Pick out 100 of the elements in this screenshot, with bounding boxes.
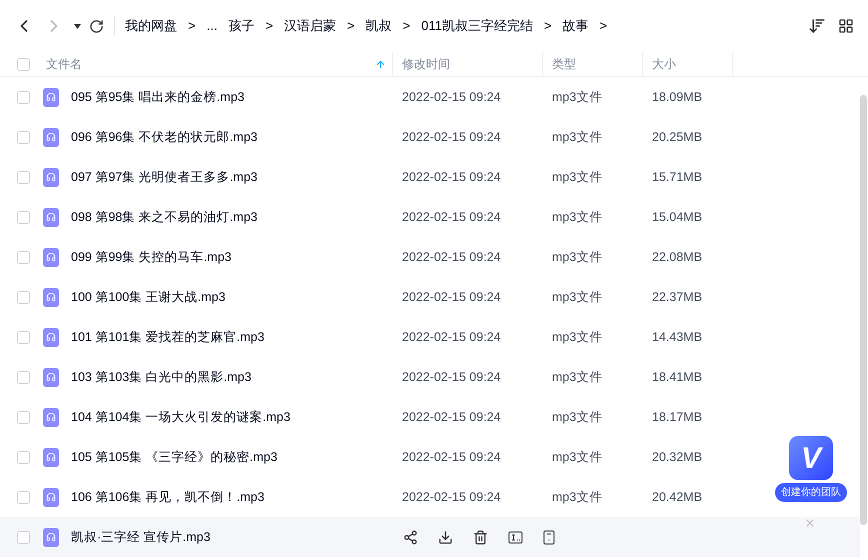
audio-file-icon [43,368,59,386]
file-type: mp3文件 [551,408,604,426]
breadcrumb-separator: > [402,17,410,36]
file-size: 15.04MB [651,208,704,226]
dropdown-caret-icon[interactable] [74,24,81,28]
file-size: 15.71MB [651,168,704,186]
file-type: mp3文件 [551,168,604,186]
checkbox[interactable] [17,530,30,544]
breadcrumb-link[interactable]: 011凯叔三字经完结 [421,16,533,36]
file-size: 14.43MB [651,328,704,346]
file-type: mp3文件 [551,208,604,226]
file-name[interactable]: 099 第99集 失控的马车.mp3 [71,248,232,266]
modified-time: 2022-02-15 09:24 [401,208,502,226]
modified-time: 2022-02-15 09:24 [401,328,502,346]
file-name[interactable]: 097 第97集 光明使者王多多.mp3 [71,168,258,186]
file-name[interactable]: 104 第104集 一场大火引发的谜案.mp3 [71,408,290,426]
file-size: 18.09MB [651,88,704,106]
breadcrumb-link[interactable]: 孩子 [228,16,254,36]
file-row[interactable]: 凯叔·三字经 宣传片.mp3 [0,517,860,557]
file-name[interactable]: 101 第101集 爱找茬的芝麻官.mp3 [71,328,264,346]
file-size: 22.08MB [651,248,704,266]
share-icon[interactable] [403,530,418,544]
checkbox[interactable] [17,290,30,304]
download-icon[interactable] [438,530,453,544]
file-size: 18.41MB [651,368,704,386]
modified-time: 2022-02-15 09:24 [401,168,502,186]
checkbox[interactable] [17,58,30,70]
audio-file-icon [43,448,59,466]
breadcrumb-link[interactable]: 汉语启蒙 [284,16,336,36]
breadcrumb-link[interactable]: ... [206,16,218,36]
audio-file-icon [43,168,59,186]
modified-time: 2022-02-15 09:24 [401,88,502,106]
close-icon[interactable] [804,517,816,529]
checkbox[interactable] [17,90,30,104]
checkbox[interactable] [17,490,30,504]
modified-time: 2022-02-15 09:24 [401,128,502,146]
modified-time: 2022-02-15 09:24 [401,488,502,506]
checkbox[interactable] [17,410,30,424]
audio-file-icon [43,288,59,306]
file-name[interactable]: 098 第98集 来之不易的油灯.mp3 [71,208,258,226]
audio-file-icon [43,208,59,226]
modified-time: 2022-02-15 09:24 [401,408,502,426]
promo-label: 创建你的团队 [775,483,847,502]
column-header[interactable]: 大小 [643,52,733,76]
file-size: 22.37MB [651,288,704,306]
file-type: mp3文件 [551,448,604,466]
rename-icon[interactable] [508,530,523,544]
refresh-icon[interactable] [89,18,104,34]
file-type: mp3文件 [551,288,604,306]
file-name[interactable]: 106 第106集 再见，凯不倒！.mp3 [71,488,264,506]
breadcrumb-link[interactable]: 故事 [562,16,589,36]
file-type: mp3文件 [551,88,604,106]
sort-icon[interactable] [808,17,826,35]
breadcrumb-separator: > [600,17,608,36]
audio-file-icon [43,248,59,266]
checkbox[interactable] [17,370,30,384]
file-name[interactable]: 凯叔·三字经 宣传片.mp3 [71,528,210,546]
file-name[interactable]: 100 第100集 王谢大战.mp3 [71,288,226,306]
checkbox[interactable] [17,450,30,464]
audio-file-icon [43,328,59,346]
audio-file-icon [43,528,59,546]
checkbox[interactable] [17,170,30,184]
modified-time: 2022-02-15 09:24 [401,368,502,386]
file-type: mp3文件 [551,368,604,386]
modified-time: 2022-02-15 09:24 [401,248,502,266]
file-size: 18.17MB [651,408,704,426]
file-type: mp3文件 [551,328,604,346]
modified-time: 2022-02-15 09:24 [401,288,502,306]
scrollbar[interactable] [860,95,867,525]
grid-view-icon[interactable] [838,18,854,34]
file-name[interactable]: 105 第105集 《三字经》的秘密.mp3 [71,448,278,466]
modified-time: 2022-02-15 09:24 [401,448,502,466]
file-name[interactable]: 095 第95集 唱出来的金榜.mp3 [71,88,244,106]
breadcrumb-link[interactable]: 我的网盘 [125,16,177,36]
checkbox[interactable] [17,210,30,224]
column-header[interactable]: 文件名 [0,52,393,76]
audio-file-icon [43,408,59,426]
breadcrumb-separator: > [544,17,552,36]
phone-icon[interactable] [543,530,555,544]
checkbox[interactable] [17,330,30,344]
file-name[interactable]: 096 第96集 不伏老的状元郎.mp3 [71,128,258,146]
file-name[interactable]: 103 第103集 白光中的黑影.mp3 [71,368,252,386]
logo-letter: V [789,436,833,480]
delete-icon[interactable] [473,530,488,544]
file-size: 20.42MB [651,488,704,506]
column-header[interactable]: 修改时间 [393,52,543,76]
audio-file-icon [43,128,59,146]
checkbox[interactable] [17,130,30,144]
breadcrumb-link[interactable]: 凯叔 [366,16,392,36]
file-type: mp3文件 [551,248,604,266]
breadcrumb-separator: > [347,17,355,36]
file-size: 20.32MB [651,448,704,466]
breadcrumb-separator: > [188,17,196,36]
checkbox[interactable] [17,250,30,264]
audio-file-icon [43,88,59,106]
file-size: 20.25MB [651,128,704,146]
file-type: mp3文件 [551,488,604,506]
column-header[interactable]: 类型 [543,52,643,76]
file-type: mp3文件 [551,128,604,146]
audio-file-icon [43,488,59,506]
